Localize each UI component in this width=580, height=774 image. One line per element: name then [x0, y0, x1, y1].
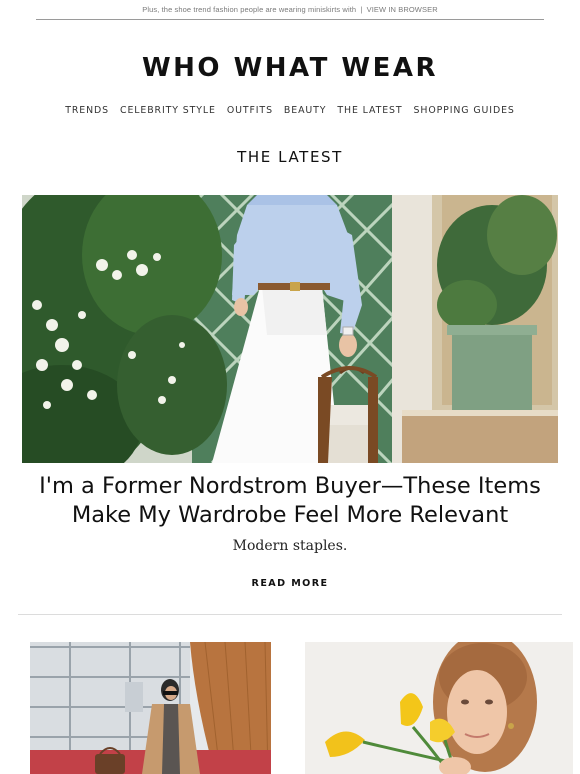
nav-item-trends[interactable]: TRENDS [65, 105, 109, 116]
section-divider [18, 614, 562, 615]
nav-item-the-latest[interactable]: THE LATEST [337, 105, 402, 116]
preheader-text: Plus, the shoe trend fashion people are … [142, 5, 357, 14]
nav-item-outfits[interactable]: OUTFITS [227, 105, 273, 116]
feature-headline-line2: Make My Wardrobe Feel More Relevant [71, 502, 509, 528]
nav-item-celebrity-style[interactable]: CELEBRITY STYLE [120, 105, 216, 116]
section-title: THE LATEST [237, 148, 343, 166]
feature-photo [22, 195, 558, 463]
nav-item-shopping-guides[interactable]: SHOPPING GUIDES [414, 105, 515, 116]
story-photo-left [30, 642, 271, 774]
read-more-link[interactable]: READ MORE [0, 578, 580, 589]
top-divider [36, 19, 544, 20]
preheader: Plus, the shoe trend fashion people are … [0, 5, 580, 14]
nav-item-beauty[interactable]: BEAUTY [284, 105, 326, 116]
site-logo[interactable]: WHO WHAT WEAR [0, 53, 580, 83]
feature-headline-line1: I'm a Former Nordstrom Buyer—These Items [39, 473, 541, 499]
view-in-browser-link[interactable]: VIEW IN BROWSER [367, 5, 438, 14]
feature-headline[interactable]: I'm a Former Nordstrom Buyer—These Items… [30, 472, 550, 530]
preheader-separator: | [360, 5, 363, 14]
feature-dek: Modern staples. [232, 538, 348, 554]
main-nav: TRENDS CELEBRITY STYLE OUTFITS BEAUTY TH… [0, 105, 580, 116]
feature-image[interactable] [22, 195, 558, 463]
story-photo-right [305, 642, 573, 774]
story-card-image-right[interactable] [305, 642, 573, 774]
story-card-image-left[interactable] [30, 642, 271, 774]
